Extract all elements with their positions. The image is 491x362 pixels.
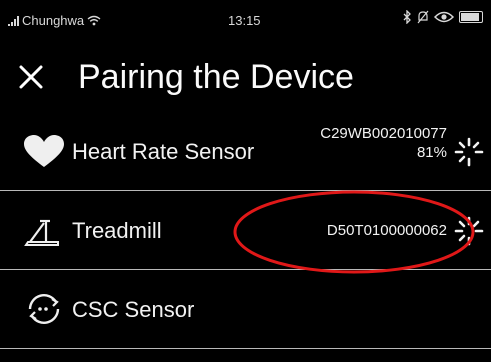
csc-sensor-icon <box>28 294 60 324</box>
device-id: C29WB002010077 <box>320 125 447 142</box>
device-id-group: C29WB002010077 81% <box>320 124 447 162</box>
connecting-spinner-icon <box>454 216 484 246</box>
status-bar: Chunghwa 13:15 <box>0 0 491 40</box>
page-title: Pairing the Device <box>78 58 354 96</box>
carrier-name: Chunghwa <box>22 13 85 28</box>
bluetooth-icon <box>403 10 411 24</box>
device-label: Treadmill <box>72 218 162 243</box>
eye-icon <box>434 11 454 23</box>
carrier-group: Chunghwa <box>8 13 101 28</box>
device-list: Heart Rate Sensor C29WB002010077 81% Tre… <box>0 112 491 349</box>
wifi-icon <box>87 15 101 26</box>
device-label: Heart Rate Sensor <box>72 139 255 164</box>
device-id: D50T0100000062 <box>326 222 447 239</box>
status-icons <box>402 10 483 24</box>
battery-level: 81% <box>416 144 447 161</box>
status-time: 13:15 <box>228 13 261 28</box>
battery-icon <box>459 11 483 23</box>
device-row-csc-sensor[interactable]: CSC Sensor <box>0 270 491 349</box>
signal-icon <box>8 15 19 26</box>
mute-bell-icon <box>417 10 429 24</box>
connecting-spinner-icon <box>454 137 484 167</box>
header: Pairing the Device <box>0 44 491 110</box>
device-id-group: D50T0100000062 <box>327 221 447 240</box>
heart-icon <box>24 135 64 167</box>
device-label: CSC Sensor <box>72 297 195 322</box>
device-row-heart-rate-sensor[interactable]: Heart Rate Sensor C29WB002010077 81% <box>0 112 491 191</box>
device-row-treadmill[interactable]: Treadmill D50T0100000062 <box>0 191 491 270</box>
treadmill-icon <box>24 219 59 246</box>
close-icon[interactable] <box>16 62 46 92</box>
